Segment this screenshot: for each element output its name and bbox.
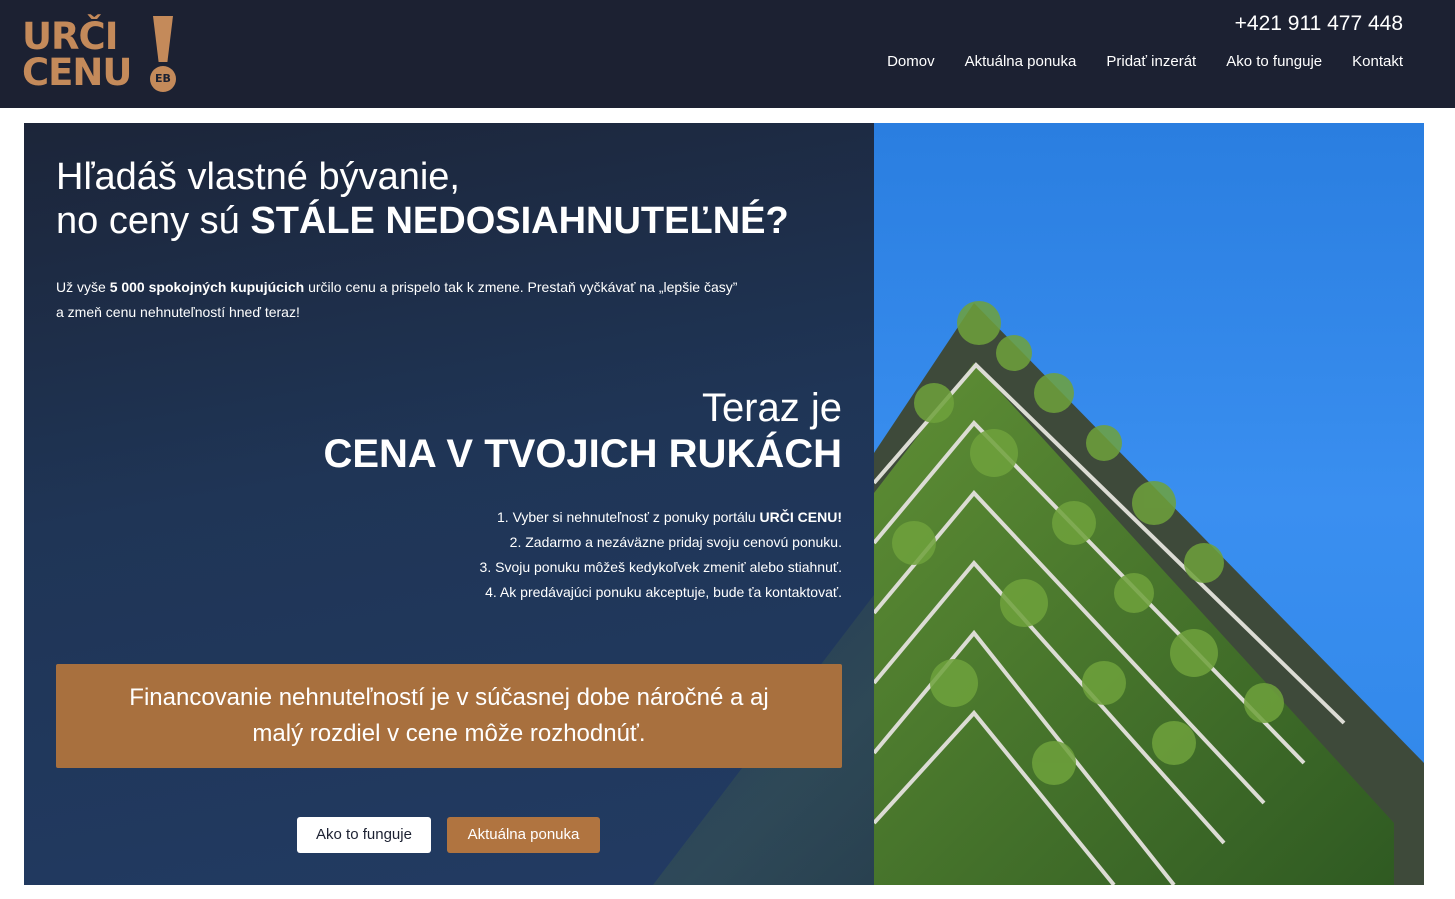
phone-number[interactable]: +421 911 477 448 — [1235, 12, 1403, 36]
nav-item-domov[interactable]: Domov — [887, 53, 935, 70]
current-offers-button[interactable]: Aktuálna ponuka — [447, 817, 600, 853]
nav-item-pridat-inzerat[interactable]: Pridať inzerát — [1106, 53, 1196, 70]
steps-list: 1. Vyber si nehnuteľnosť z ponuky portál… — [480, 505, 842, 605]
nav-item-aktualna-ponuka[interactable]: Aktuálna ponuka — [965, 53, 1077, 70]
hero-subtitle: Teraz je CENA V TVOJICH RUKÁCH — [323, 385, 842, 477]
step-item: 1. Vyber si nehnuteľnosť z ponuky portál… — [497, 509, 842, 525]
how-it-works-button[interactable]: Ako to funguje — [297, 817, 431, 853]
hero-title: Hľadáš vlastné bývanie, no ceny sú STÁLE… — [56, 155, 789, 243]
intro-line2: a zmeň cenu nehnuteľností hneď teraz! — [56, 304, 300, 320]
step-item: 3. Svoju ponuku môžeš kedykoľvek zmeniť … — [479, 559, 842, 575]
nav-item-kontakt[interactable]: Kontakt — [1352, 53, 1403, 70]
exclamation-icon — [153, 16, 173, 62]
hero-title-line2-bold: STÁLE NEDOSIAHNUTEĽNÉ? — [250, 200, 789, 242]
hero-intro: Už vyše 5 000 spokojných kupujúcich urči… — [56, 275, 816, 325]
hero-panel: Hľadáš vlastné bývanie, no ceny sú STÁLE… — [24, 123, 874, 885]
logo[interactable]: URČI CENU EB — [22, 14, 178, 94]
step-item: 4. Ak predávajúci ponuku akceptuje, bude… — [485, 584, 842, 600]
callout-line1: Financovanie nehnuteľností je v súčasnej… — [129, 684, 769, 711]
building-foliage — [874, 363, 1394, 885]
financing-callout: Financovanie nehnuteľností je v súčasnej… — [56, 664, 842, 768]
hero-title-line2-prefix: no ceny sú — [56, 200, 251, 242]
nav-item-ako-to-funguje[interactable]: Ako to funguje — [1226, 53, 1322, 70]
subtitle-line1: Teraz je — [701, 386, 842, 430]
callout-line2: malý rozdiel v cene môže rozhodnúť. — [252, 720, 646, 747]
intro-bold: 5 000 spokojných kupujúcich — [109, 279, 305, 295]
green-building-photo — [874, 123, 1424, 885]
logo-line2: CENU — [22, 51, 132, 94]
logo-badge: EB — [150, 66, 176, 92]
subtitle-line2: CENA V TVOJICH RUKÁCH — [323, 432, 842, 476]
hero-title-line1: Hľadáš vlastné bývanie, — [56, 156, 460, 198]
intro-prefix: Už vyše — [56, 279, 110, 295]
site-header: URČI CENU EB +421 911 477 448 Domov Aktu… — [0, 0, 1455, 108]
step-item: 2. Zadarmo a nezáväzne pridaj svoju ceno… — [509, 534, 842, 550]
main-nav: Domov Aktuálna ponuka Pridať inzerát Ako… — [887, 53, 1403, 70]
intro-suffix: určilo cenu a prispelo tak k zmene. Pres… — [304, 279, 738, 295]
building-illustration — [874, 301, 1424, 885]
